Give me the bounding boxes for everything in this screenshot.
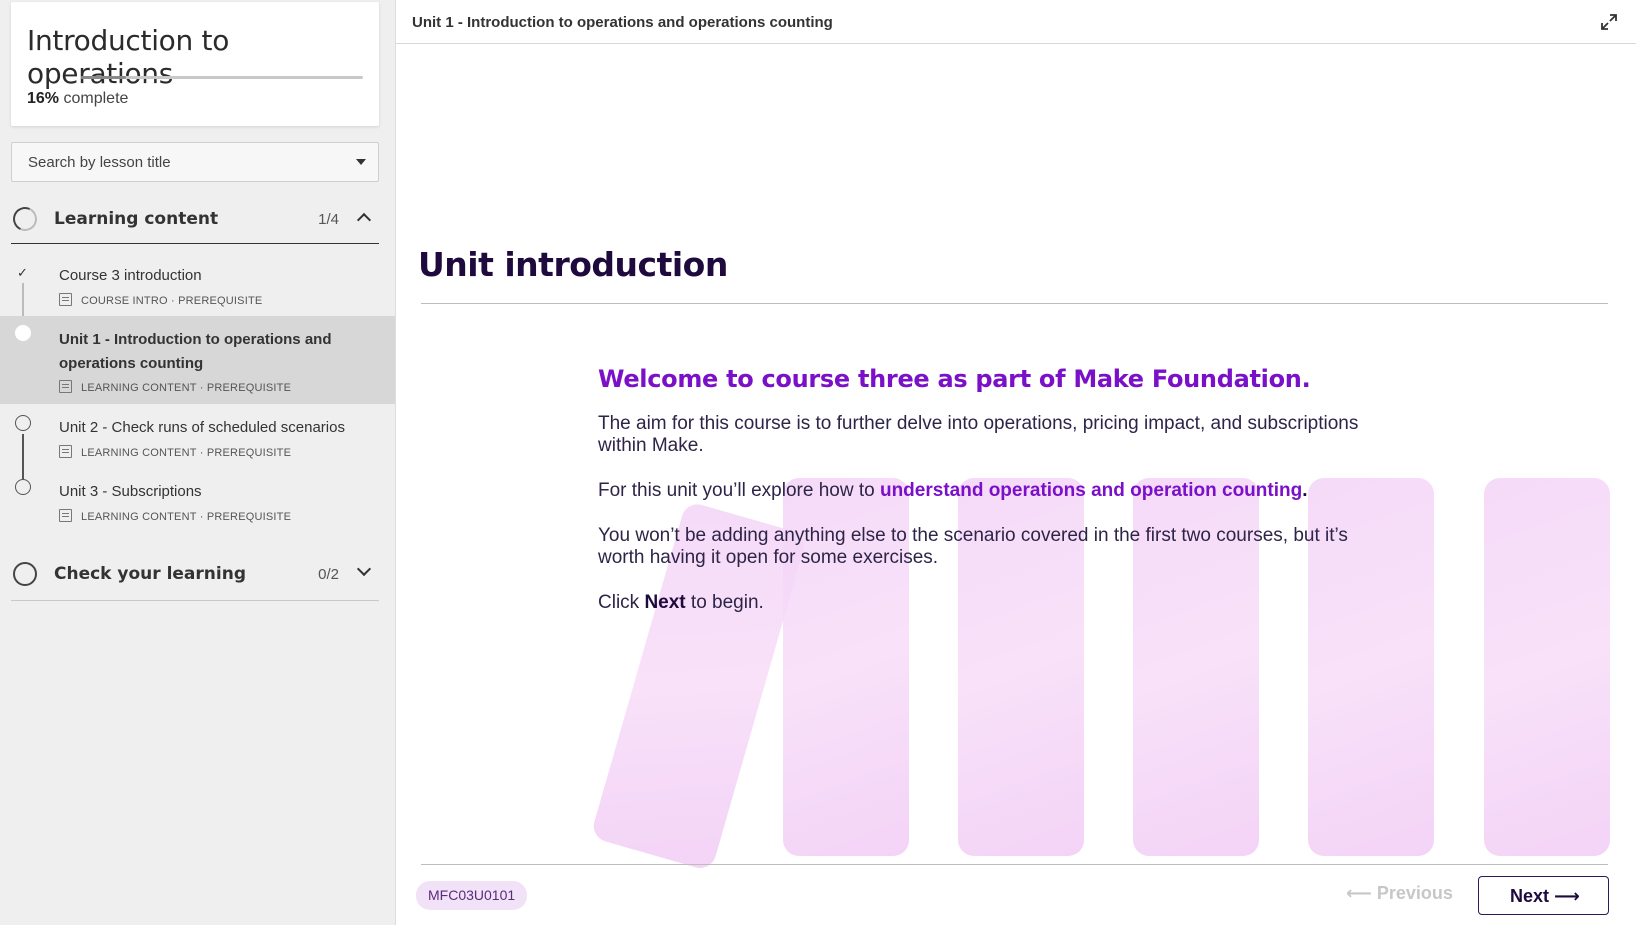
lesson-title: Unit 1 - Introduction to operations and … (59, 331, 332, 372)
lesson-meta-text: LEARNING CONTENT · PREREQUISITE (81, 447, 292, 459)
lesson-code-badge: MFC03U0101 (416, 881, 528, 910)
expand-icon[interactable] (1599, 12, 1619, 32)
divider (421, 864, 1608, 865)
lesson-item-unit-2[interactable]: Unit 2 - Check runs of scheduled scenari… (0, 404, 395, 468)
text-span: For this unit you’ll explore how to (598, 480, 880, 501)
text-span: to begin. (685, 592, 764, 613)
pending-node-icon (15, 415, 31, 431)
course-title: Introduction to operations (27, 24, 230, 90)
caret-down-icon (356, 159, 366, 165)
welcome-heading: Welcome to course three as part of Make … (598, 365, 1311, 393)
divider (421, 303, 1608, 304)
intro-paragraph: The aim for this course is to further de… (598, 413, 1359, 456)
section-label: Learning content (54, 209, 219, 229)
lesson-search-select[interactable]: Search by lesson title (11, 142, 379, 182)
pending-node-icon (15, 479, 31, 495)
lesson-item-course-intro[interactable]: ✓ Course 3 introduction COURSE INTRO · P… (0, 252, 395, 316)
lesson-item-unit-3[interactable]: Unit 3 - Subscriptions LEARNING CONTENT … (0, 468, 395, 532)
previous-button[interactable]: ⟵ Previous (1346, 883, 1453, 904)
lesson-title: Course 3 introduction (59, 267, 202, 284)
lesson-title: Unit 2 - Check runs of scheduled scenari… (59, 419, 345, 436)
lesson-meta: COURSE INTRO · PREREQUISITE (59, 293, 262, 307)
progress-percent: 16% (27, 90, 60, 107)
page-title: Unit introduction (418, 245, 728, 284)
bold-text: Next (644, 592, 686, 613)
lesson-item-unit-1[interactable]: Unit 1 - Introduction to operations and … (0, 316, 395, 404)
begin-paragraph: Click Next to begin. (598, 592, 1398, 614)
lesson-topbar: Unit 1 - Introduction to operations and … (396, 0, 1636, 44)
arrow-left-icon: ⟵ (1346, 883, 1372, 903)
lesson-meta: LEARNING CONTENT · PREREQUISITE (59, 509, 291, 523)
text-span: . (1302, 480, 1308, 501)
section-progress-ring-icon (13, 562, 37, 586)
unit-goal-paragraph: For this unit you’ll explore how to unde… (598, 480, 1398, 502)
decorative-pillar (1484, 478, 1610, 856)
next-button[interactable]: Next ⟶ (1478, 876, 1609, 915)
document-icon (59, 509, 72, 522)
lesson-content-panel: Unit 1 - Introduction to operations and … (395, 0, 1636, 925)
lesson-meta-text: COURSE INTRO · PREREQUISITE (81, 295, 263, 307)
breadcrumb: Unit 1 - Introduction to operations and … (412, 14, 833, 31)
progress-suffix: complete (63, 90, 129, 107)
section-label: Check your learning (54, 564, 246, 584)
document-icon (59, 445, 72, 458)
chevron-down-icon[interactable] (356, 561, 372, 577)
lesson-meta-text: LEARNING CONTENT · PREREQUISITE (81, 511, 292, 523)
lesson-meta: LEARNING CONTENT · PREREQUISITE (59, 380, 291, 394)
current-node-icon (15, 325, 31, 341)
course-card: Introduction to operations 16% complete (11, 2, 379, 126)
lesson-body: Welcome to course three as part of Make … (598, 365, 1398, 637)
section-progress-ring-icon (9, 203, 41, 235)
document-icon (59, 293, 72, 306)
check-icon: ✓ (17, 265, 28, 280)
chevron-up-icon[interactable] (356, 212, 372, 228)
arrow-right-icon: ⟶ (1554, 886, 1580, 906)
lesson-meta-text: LEARNING CONTENT · PREREQUISITE (81, 382, 292, 394)
next-label: Next (1510, 886, 1550, 906)
section-learning-content[interactable]: Learning content 1/4 (9, 194, 379, 244)
progress-fill (81, 76, 127, 79)
progress-text: 16% complete (27, 90, 128, 108)
progress-bar (81, 76, 363, 79)
text-span: Click (598, 592, 645, 613)
lesson-meta: LEARNING CONTENT · PREREQUISITE (59, 445, 291, 459)
document-icon (59, 380, 72, 393)
previous-label: Previous (1376, 883, 1453, 903)
highlight-text: understand operations and operation coun… (879, 480, 1303, 501)
scenario-paragraph: You won’t be adding anything else to the… (598, 525, 1348, 568)
lesson-title: Unit 3 - Subscriptions (59, 483, 202, 500)
search-placeholder: Search by lesson title (28, 154, 171, 171)
sidebar: Introduction to operations 16% complete … (0, 0, 395, 925)
section-count: 0/2 (318, 566, 339, 583)
section-count: 1/4 (318, 211, 339, 228)
section-check-your-learning[interactable]: Check your learning 0/2 (11, 549, 379, 601)
